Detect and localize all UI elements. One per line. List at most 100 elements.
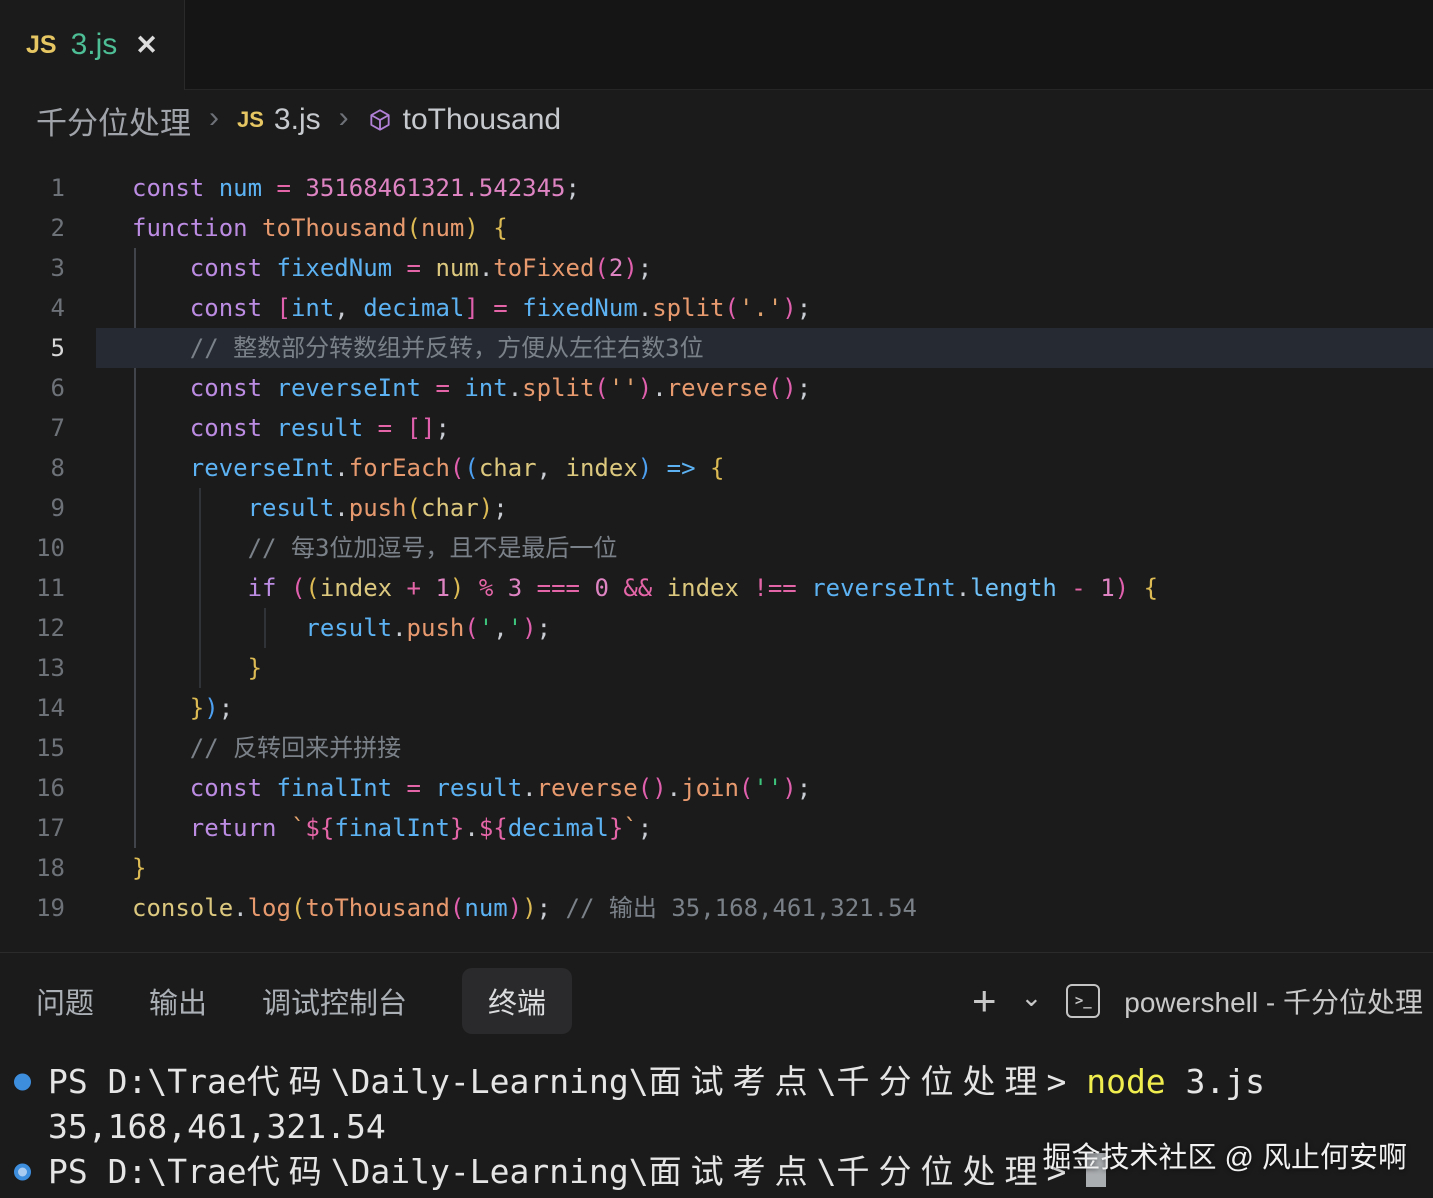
code-editor[interactable]: 1 const num = 35168461321.542345; 2 functio… — [0, 150, 1433, 952]
code-token: 面试考点 — [648, 1152, 817, 1191]
code-token: = — [377, 414, 407, 442]
breadcrumb-filename: 3.js — [273, 103, 321, 136]
code-line[interactable]: 3 const fixedNum = num.toFixed(2); — [0, 248, 1433, 288]
code-token: !== — [738, 574, 812, 602]
code-token: . — [334, 454, 349, 482]
code-token: join — [681, 774, 739, 802]
code-line[interactable]: 9 result.push(char); — [0, 488, 1433, 528]
code-line[interactable]: 18} — [0, 848, 1433, 888]
code-token: 千分位处理 — [836, 1062, 1047, 1101]
editor-tab-bar: JS 3.js ✕ — [0, 0, 1433, 90]
panel-tab-problems[interactable]: 问题 — [36, 980, 94, 1022]
code-token: index — [319, 574, 393, 602]
code-token: ; — [796, 774, 812, 802]
code-token: \ — [816, 1152, 837, 1191]
terminal-bullet-icon — [14, 1163, 31, 1180]
panel-tab-terminal[interactable]: 终端 — [462, 968, 573, 1034]
code-token: 35,168,461,321.54 — [48, 1107, 386, 1146]
breadcrumb: 千分位处理 › JS 3.js › toThousand — [0, 90, 1433, 150]
breadcrumb-symbol[interactable]: toThousand — [367, 103, 561, 137]
close-icon[interactable]: ✕ — [135, 30, 158, 61]
code-token: \ — [816, 1062, 837, 1101]
code-line[interactable]: 4 const [int, decimal] = fixedNum.split(… — [0, 288, 1433, 328]
code-token: decimal — [507, 814, 609, 842]
code-token: , — [493, 614, 508, 642]
panel-tab-debug-console[interactable]: 调试控制台 — [262, 980, 407, 1022]
code-line[interactable]: 13 } — [0, 648, 1433, 688]
symbol-cube-icon — [367, 107, 393, 138]
code-token: > — [1046, 1062, 1087, 1101]
code-token: ) — [637, 374, 653, 402]
terminal-session-title[interactable]: powershell - 千分位处理 — [1124, 981, 1423, 1021]
code-token: reverse — [666, 374, 768, 402]
chevron-down-icon[interactable]: ⌄ — [1020, 982, 1042, 1013]
code-text: result.push(char); — [132, 488, 508, 528]
tab-3js[interactable]: JS 3.js ✕ — [0, 0, 185, 90]
code-token: ( — [594, 254, 609, 282]
new-terminal-icon[interactable]: + — [972, 980, 997, 1022]
code-token: ; — [565, 174, 580, 202]
code-line[interactable]: 1 const num = 35168461321.542345; — [0, 168, 1433, 208]
code-line[interactable]: 8 reverseInt.forEach((char, index) => { — [0, 448, 1433, 488]
watermark-text: 掘金技术社区 @ 风止何安啊 — [1042, 1142, 1407, 1174]
code-token: 代码 — [246, 1062, 331, 1101]
code-token: ( — [449, 454, 465, 482]
code-line[interactable]: 16 const finalInt = result.reverse().joi… — [0, 768, 1433, 808]
code-lines: 1 const num = 35168461321.542345; 2 functio… — [0, 150, 1433, 928]
code-token: . — [637, 294, 653, 322]
line-number: 19 — [36, 894, 65, 922]
code-line[interactable]: 6 const reverseInt = int.split('').rever… — [0, 368, 1433, 408]
code-line[interactable]: 19 console.log(toThousand(num)); // 输出 35… — [0, 888, 1433, 928]
code-token: } — [132, 854, 147, 882]
code-token: { — [710, 454, 725, 482]
code-line[interactable]: 5 // 整数部分转数组并反转，方便从左往右数3位 — [0, 328, 1433, 368]
code-text: }); — [132, 688, 233, 728]
code-token: ; — [435, 414, 450, 442]
code-line[interactable]: 17 return `${finalInt}.${decimal}`; — [0, 808, 1433, 848]
code-token: console — [132, 894, 234, 922]
code-line[interactable]: 2 function toThousand(num) { — [0, 208, 1433, 248]
panel-tab-output[interactable]: 输出 — [149, 980, 207, 1022]
code-token: () — [637, 774, 667, 802]
code-line[interactable]: 7 const result = []; — [0, 408, 1433, 448]
code-token: // 每3位加逗号，且不是最后一位 — [247, 534, 618, 562]
code-token: ( — [594, 374, 609, 402]
code-token: } — [189, 694, 205, 722]
code-token: % — [464, 574, 508, 602]
code-line[interactable]: 11 if ((index + 1) % 3 === 0 && index !=… — [0, 568, 1433, 608]
code-token: ( — [738, 774, 754, 802]
line-number: 12 — [36, 614, 65, 642]
code-token: const — [189, 774, 277, 802]
code-text: const finalInt = result.reverse().join('… — [132, 768, 811, 808]
line-number: 15 — [36, 734, 65, 762]
code-line[interactable]: 10 // 每3位加逗号，且不是最后一位 — [0, 528, 1433, 568]
code-token: char — [478, 454, 537, 482]
code-token: int — [464, 374, 508, 402]
code-text: // 反转回来并拼接 — [132, 728, 401, 768]
line-number: 13 — [36, 654, 65, 682]
code-text: result.push(','); — [132, 608, 551, 648]
code-text: const [int, decimal] = fixedNum.split('.… — [132, 288, 811, 328]
code-token: + — [392, 574, 436, 602]
tab-filename: 3.js — [70, 28, 118, 61]
code-line[interactable]: 14 }); — [0, 688, 1433, 728]
code-token: PS D:\Trae — [48, 1152, 247, 1191]
code-token: const — [189, 414, 277, 442]
code-token: toThousand — [262, 214, 407, 242]
line-number: 17 — [36, 814, 65, 842]
breadcrumb-file[interactable]: JS 3.js — [237, 103, 321, 137]
code-token: reverseInt — [276, 374, 436, 402]
code-token: toFixed — [493, 254, 595, 282]
code-token: PS D:\Trae — [48, 1062, 247, 1101]
code-token: = — [478, 294, 523, 322]
code-token: === — [522, 574, 595, 602]
code-line[interactable]: 12 result.push(','); — [0, 608, 1433, 648]
breadcrumb-folder[interactable]: 千分位处理 — [36, 98, 191, 143]
code-line[interactable]: 15 // 反转回来并拼接 — [0, 728, 1433, 768]
